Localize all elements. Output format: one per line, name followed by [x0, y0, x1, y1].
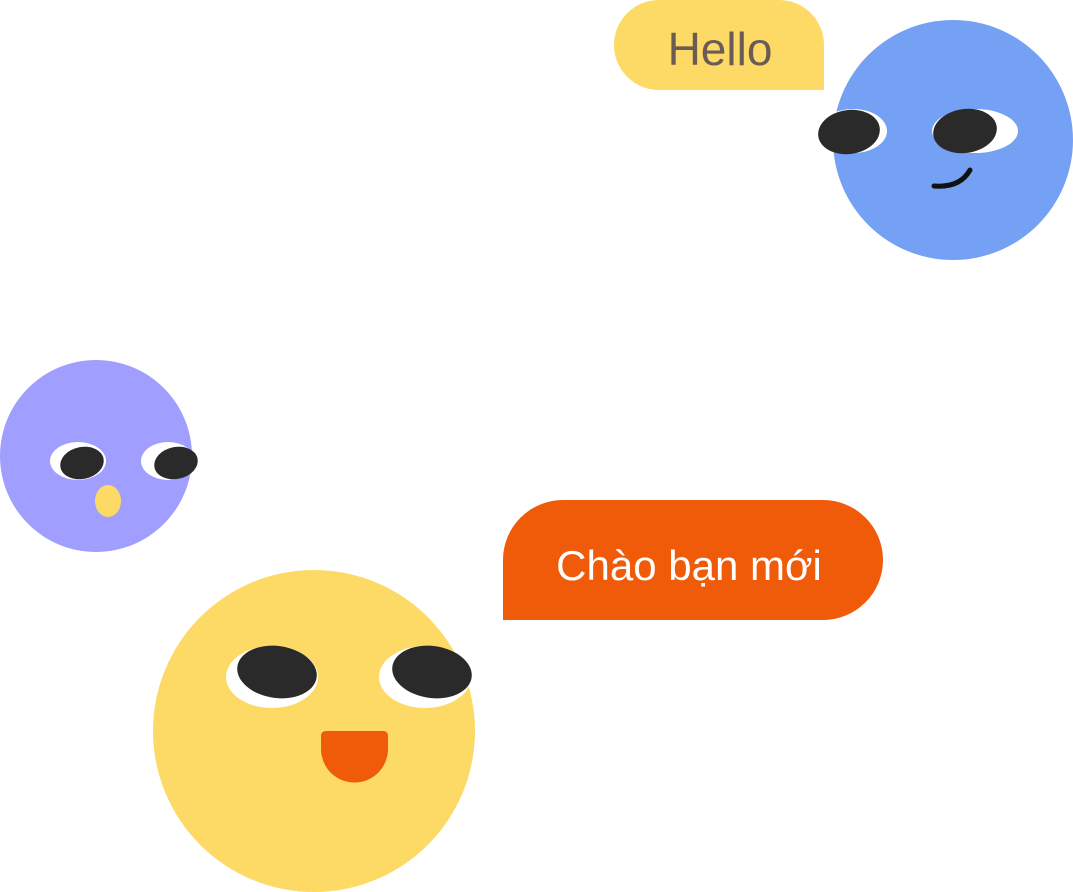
yellow-face	[153, 570, 475, 892]
welcome-bubble: Chào bạn mới	[503, 500, 883, 620]
surprised-face-icon	[0, 360, 198, 552]
smiling-face-icon	[818, 20, 1073, 260]
purple-mouth	[95, 485, 121, 517]
greeting-illustration: Hello Chào bạn mới	[0, 0, 1073, 892]
hello-text: Hello	[668, 23, 773, 75]
happy-face-icon	[153, 570, 475, 892]
hello-bubble: Hello	[614, 0, 824, 90]
welcome-text: Chào bạn mới	[556, 542, 822, 589]
